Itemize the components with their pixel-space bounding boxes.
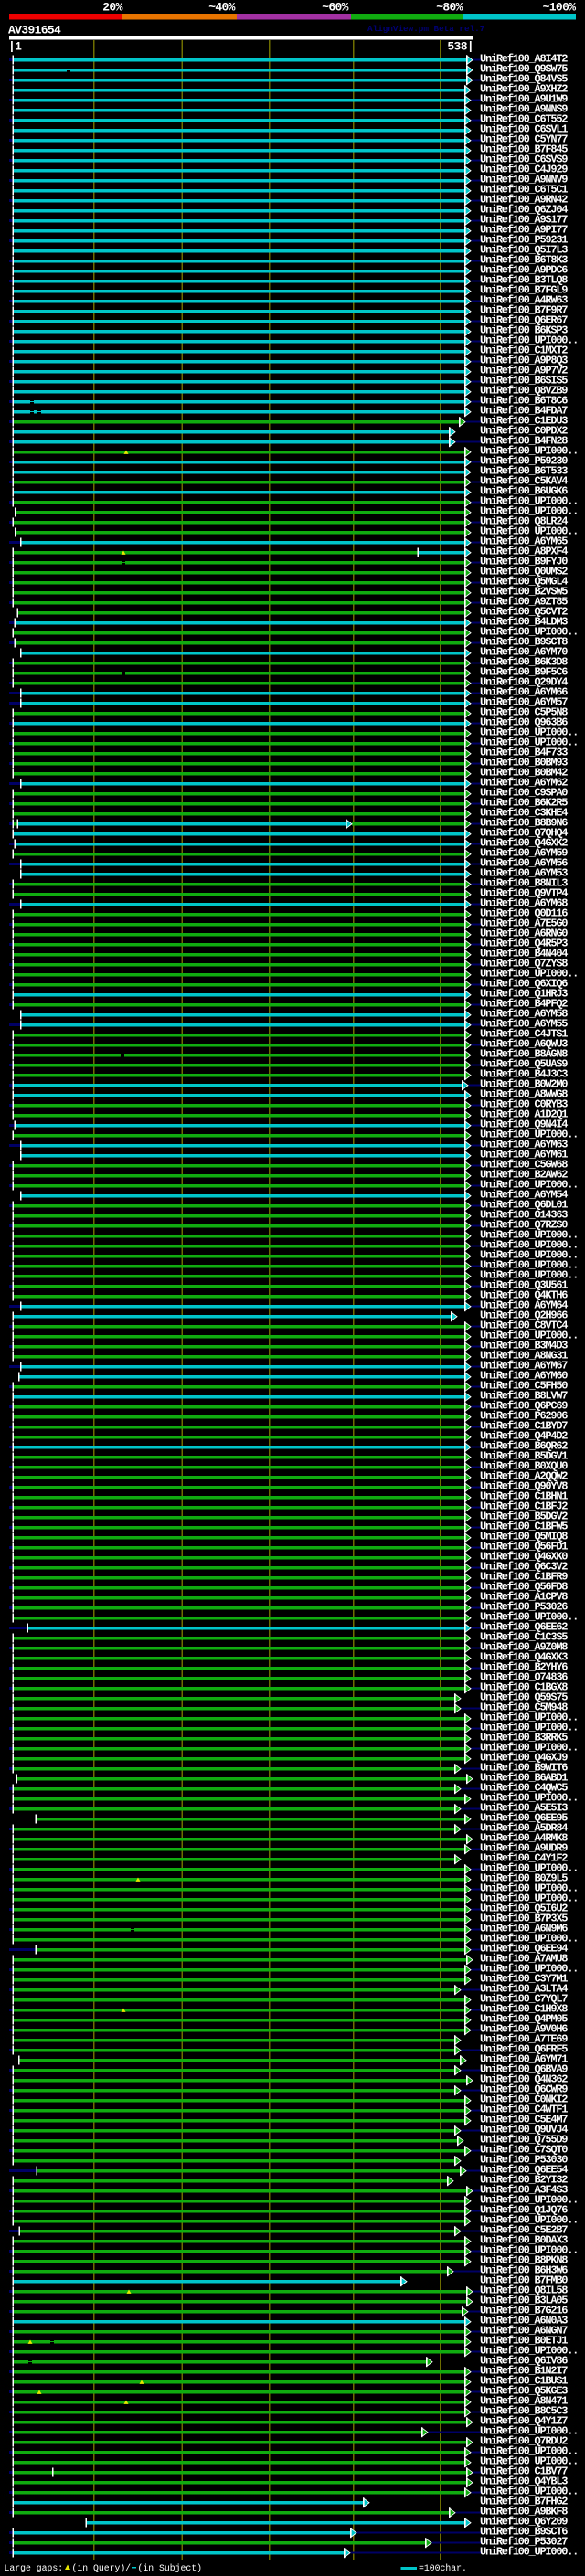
svg-text:UniRef100_UPI000..: UniRef100_UPI000.. — [480, 2546, 578, 2559]
svg-text:~80%: ~80% — [436, 1, 463, 15]
svg-text:~100%: ~100% — [543, 1, 577, 15]
svg-text:(in Subject): (in Subject) — [138, 2563, 203, 2573]
svg-text:~60%: ~60% — [322, 1, 348, 15]
svg-text:AV391654: AV391654 — [8, 24, 61, 37]
svg-text:Large gaps:: Large gaps: — [5, 2563, 64, 2573]
svg-text:=100char.: =100char. — [419, 2563, 467, 2573]
svg-text:(in Query)/: (in Query)/ — [72, 2563, 132, 2573]
svg-text:538|: 538| — [447, 40, 473, 54]
svg-text:~40%: ~40% — [208, 1, 235, 15]
svg-text:|1: |1 — [8, 40, 22, 54]
svg-text:AlignView.pm Beta rel.7: AlignView.pm Beta rel.7 — [367, 24, 484, 34]
svg-text:20%: 20% — [102, 1, 122, 15]
